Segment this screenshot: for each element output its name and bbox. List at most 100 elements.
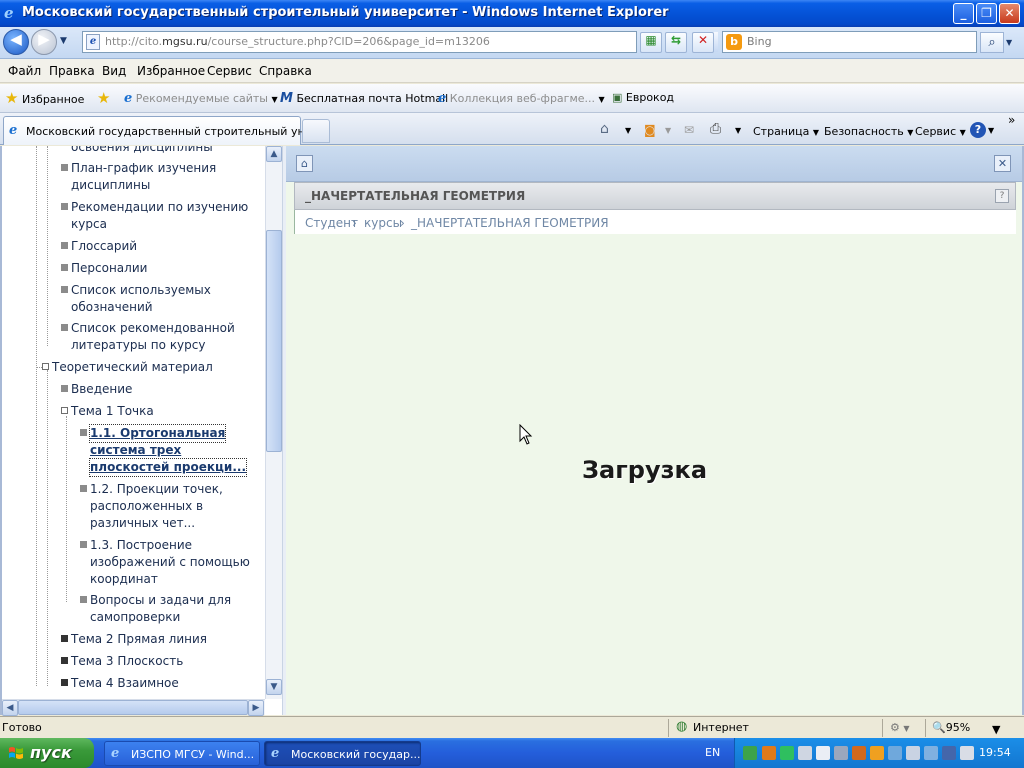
tree-collapsed-icon[interactable] bbox=[61, 679, 68, 686]
tree-item[interactable]: освоения дисциплины bbox=[71, 146, 213, 156]
search-box[interactable]: b Bing bbox=[722, 31, 977, 53]
close-window-button[interactable]: ✕ bbox=[999, 3, 1020, 24]
clock[interactable]: 19:54 bbox=[979, 746, 1011, 759]
tray-icon[interactable] bbox=[960, 746, 974, 760]
feeds-icon[interactable]: ◙ bbox=[644, 123, 656, 137]
tree-item[interactable]: дисциплины bbox=[71, 177, 150, 194]
tray-icon[interactable] bbox=[798, 746, 812, 760]
history-dropdown-icon[interactable]: ▼ bbox=[60, 36, 67, 46]
fav-link-eurocode[interactable]: ▣ Еврокод bbox=[612, 91, 674, 104]
maximize-button[interactable]: ❐ bbox=[976, 3, 997, 24]
scroll-left-button[interactable]: ◀ bbox=[2, 700, 18, 716]
tray-icon[interactable] bbox=[780, 746, 794, 760]
fav-link-suggested-sites[interactable]: e Рекомендуемые сайты ▼ bbox=[124, 91, 278, 106]
tree-item-topic-4[interactable]: Тема 4 Взаимное bbox=[61, 675, 179, 692]
breadcrumb-student[interactable]: Студент bbox=[305, 216, 358, 230]
tree-item[interactable]: различных чет... bbox=[90, 515, 195, 532]
tree-item[interactable]: расположенных в bbox=[90, 498, 203, 515]
tray-icon[interactable] bbox=[942, 746, 956, 760]
compatibility-view-button[interactable]: ▦ bbox=[640, 32, 662, 53]
tree-expand-icon[interactable] bbox=[42, 363, 49, 370]
stop-button[interactable]: ✕ bbox=[692, 32, 714, 53]
breadcrumb-course[interactable]: _НАЧЕРТАТЕЛЬНАЯ ГЕОМЕТРИЯ bbox=[411, 216, 609, 230]
tray-icon[interactable] bbox=[852, 746, 866, 760]
menu-file[interactable]: Файл bbox=[8, 64, 41, 78]
menu-help[interactable]: Справка bbox=[259, 64, 312, 78]
tray-icon[interactable] bbox=[762, 746, 776, 760]
back-button[interactable]: ◀ bbox=[3, 29, 29, 55]
course-help-icon[interactable]: ? bbox=[995, 189, 1009, 203]
tray-icon[interactable] bbox=[743, 746, 757, 760]
zoom-control[interactable]: 🔍95% bbox=[932, 721, 970, 734]
tree-item[interactable]: Список используемых bbox=[61, 282, 211, 299]
home-dropdown-icon[interactable]: ▼ bbox=[625, 126, 631, 135]
start-button[interactable]: пуск bbox=[0, 738, 94, 768]
tree-item[interactable]: 1.2. Проекции точек, bbox=[80, 481, 223, 498]
tray-icon[interactable] bbox=[834, 746, 848, 760]
help-icon[interactable]: ? bbox=[970, 122, 986, 138]
tree-item[interactable]: Глоссарий bbox=[61, 238, 137, 255]
tree-item[interactable]: курса bbox=[71, 216, 107, 233]
minimize-button[interactable]: _ bbox=[953, 3, 974, 24]
protected-mode-icon[interactable]: ⚙ ▼ bbox=[890, 721, 910, 734]
language-indicator[interactable]: EN bbox=[705, 746, 720, 759]
print-dropdown-icon[interactable]: ▼ bbox=[735, 126, 741, 135]
menu-favorites[interactable]: Избранное bbox=[137, 64, 205, 78]
tree-horizontal-scrollbar[interactable]: ◀ ▶ bbox=[2, 699, 265, 716]
portal-close-icon[interactable]: ✕ bbox=[994, 155, 1011, 172]
tray-icon[interactable] bbox=[924, 746, 938, 760]
menu-tools[interactable]: Сервис bbox=[207, 64, 252, 78]
tree-item[interactable]: координат bbox=[90, 571, 158, 588]
forward-button[interactable]: ▶ bbox=[31, 29, 57, 55]
refresh-button[interactable]: ⇆ bbox=[665, 32, 687, 53]
tree-vertical-scrollbar[interactable]: ▲ ▼ bbox=[265, 146, 282, 699]
tray-icon[interactable] bbox=[888, 746, 902, 760]
tree-item-theory[interactable]: Теоретический материал bbox=[42, 359, 213, 376]
tree-item-current[interactable]: система трех bbox=[90, 442, 181, 459]
scroll-thumb[interactable] bbox=[266, 230, 282, 452]
tray-icon[interactable] bbox=[906, 746, 920, 760]
taskbar-window-2[interactable]: e Московский государ... bbox=[264, 741, 421, 766]
url-text[interactable]: http://cito.mgsu.ru/course_structure.php… bbox=[105, 35, 490, 48]
tree-item[interactable]: изображений с помощью bbox=[90, 554, 250, 571]
search-options-dropdown-icon[interactable]: ▼ bbox=[1006, 38, 1012, 47]
window-title-bar[interactable]: e Московский государственный строительны… bbox=[0, 0, 1024, 27]
portal-home-icon[interactable]: ⌂ bbox=[296, 155, 313, 172]
mail-icon[interactable]: ✉ bbox=[684, 123, 694, 137]
tree-collapsed-icon[interactable] bbox=[61, 635, 68, 642]
menu-view[interactable]: Вид bbox=[102, 64, 126, 78]
menu-edit[interactable]: Правка bbox=[49, 64, 95, 78]
tray-icon[interactable] bbox=[816, 746, 830, 760]
scroll-thumb[interactable] bbox=[18, 700, 248, 715]
tree-item[interactable]: 1.3. Построение bbox=[80, 537, 192, 554]
tree-item[interactable]: самопроверки bbox=[90, 609, 180, 626]
add-favorite-icon[interactable]: ★ bbox=[97, 89, 110, 107]
tree-item-topic-2[interactable]: Тема 2 Прямая линия bbox=[61, 631, 207, 648]
zoom-dropdown-icon[interactable]: ▼ bbox=[992, 723, 1000, 736]
breadcrumb-courses[interactable]: курсы bbox=[364, 216, 402, 230]
fav-link-web-slices[interactable]: e Коллекция веб-фрагме... ▼ bbox=[438, 91, 605, 106]
search-icon[interactable]: ⌕ bbox=[980, 32, 1004, 53]
tree-item[interactable]: План-график изучения bbox=[61, 160, 216, 177]
tree-item-current[interactable]: 1.1. Ортогональная bbox=[80, 424, 227, 443]
scroll-up-button[interactable]: ▲ bbox=[266, 146, 282, 162]
tree-item[interactable]: обозначений bbox=[71, 299, 153, 316]
tree-item[interactable]: Список рекомендованной bbox=[61, 320, 235, 337]
tree-item[interactable]: Вопросы и задачи для bbox=[80, 592, 231, 609]
tools-menu[interactable]: Сервис ▼ bbox=[915, 125, 966, 138]
tree-item[interactable]: Введение bbox=[61, 381, 132, 398]
scroll-right-button[interactable]: ▶ bbox=[248, 700, 264, 716]
tree-expand-icon[interactable] bbox=[61, 407, 68, 414]
toolbar-overflow-chevron[interactable]: » bbox=[1008, 113, 1015, 127]
fav-link-hotmail[interactable]: M Бесплатная почта Hotmail bbox=[280, 91, 448, 106]
favorites-button[interactable]: ★ Избранное bbox=[5, 89, 84, 107]
tree-collapsed-icon[interactable] bbox=[61, 657, 68, 664]
print-icon[interactable]: ⎙ bbox=[710, 121, 721, 137]
page-menu[interactable]: Страница ▼ bbox=[753, 125, 819, 138]
tree-item[interactable]: Рекомендации по изучению bbox=[61, 199, 248, 216]
security-zone[interactable]: Интернет bbox=[693, 721, 749, 734]
tree-item[interactable]: литературы по курсу bbox=[71, 337, 205, 354]
new-tab-button[interactable] bbox=[302, 119, 330, 143]
taskbar-window-1[interactable]: e ИЗСПО МГСУ - Wind... bbox=[104, 741, 260, 766]
tab-active[interactable]: e Московский государственный строительны… bbox=[3, 116, 329, 145]
